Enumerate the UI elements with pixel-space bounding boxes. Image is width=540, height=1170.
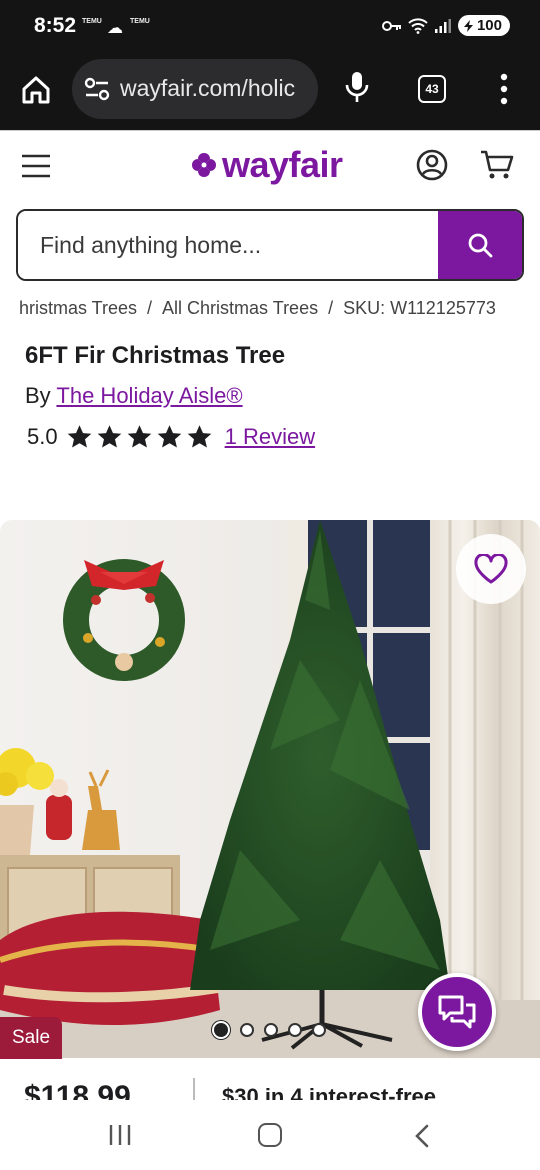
price-row: $118.99 $30 in 4 interest-free <box>0 1060 540 1100</box>
account-icon[interactable] <box>416 149 448 181</box>
rating-value: 5.0 <box>27 424 58 449</box>
status-time: 8:52 <box>34 14 77 37</box>
brand-prefix: By <box>25 383 51 408</box>
system-navigation-bar <box>0 1100 540 1170</box>
star-rating <box>66 424 213 450</box>
recent-apps-icon[interactable] <box>108 1124 132 1146</box>
breadcrumb-christmas-trees[interactable]: hristmas Trees <box>19 298 137 319</box>
status-icons: 100 <box>381 15 510 36</box>
search-button[interactable] <box>438 211 522 279</box>
review-link[interactable]: 1 Review <box>225 424 315 450</box>
signal-icon <box>434 18 451 33</box>
heart-icon <box>474 554 508 584</box>
address-bar[interactable]: wayfair.com/holic <box>72 59 318 119</box>
microphone-icon[interactable] <box>344 70 370 104</box>
battery-indicator: 100 <box>457 15 510 36</box>
breadcrumb-sku: SKU: W112125773 <box>343 298 496 318</box>
product-title: 6FT Fir Christmas Tree <box>25 342 286 369</box>
site-header: wayfair <box>0 130 540 200</box>
breadcrumb-separator: / <box>328 298 334 318</box>
chat-icon <box>438 995 476 1029</box>
star-icon <box>187 425 211 448</box>
cart-icon[interactable] <box>480 149 514 181</box>
carousel-dot[interactable] <box>240 1023 254 1037</box>
wifi-icon <box>408 17 428 34</box>
favorite-button[interactable] <box>456 534 526 604</box>
star-icon <box>157 425 181 448</box>
vpn-key-icon <box>381 20 401 31</box>
price-divider <box>193 1078 195 1100</box>
browser-toolbar: wayfair.com/holic 43 <box>0 56 540 130</box>
carousel-dot[interactable] <box>288 1023 302 1037</box>
hamburger-menu-icon[interactable] <box>20 154 52 178</box>
breadcrumb-all-christmas-trees[interactable]: All Christmas Trees <box>162 298 318 319</box>
more-options-icon[interactable] <box>494 72 514 106</box>
breadcrumb: hristmas Trees / All Christmas Trees / S… <box>0 298 540 319</box>
search-icon <box>468 233 493 258</box>
url-text[interactable]: wayfair.com/holic <box>120 75 310 102</box>
rating-row: 5.0 1 Review <box>27 424 315 450</box>
home-icon[interactable] <box>18 72 54 108</box>
status-bar: 8:52 TEMU ☁ TEMU 100 <box>0 0 540 56</box>
carousel-dots <box>212 1021 326 1039</box>
star-icon <box>127 425 151 448</box>
search-input[interactable] <box>18 211 438 279</box>
search-bar <box>16 209 524 281</box>
wayfair-logo[interactable]: wayfair <box>190 144 343 185</box>
chat-button[interactable] <box>418 973 496 1051</box>
brand-link[interactable]: The Holiday Aisle® <box>56 383 242 408</box>
back-icon[interactable] <box>412 1124 432 1148</box>
temu-notification-icon-2: TEMU <box>130 18 150 25</box>
star-icon <box>97 425 121 448</box>
temu-notification-icon: TEMU <box>82 18 102 25</box>
product-price: $118.99 <box>24 1080 131 1100</box>
tab-count: 43 <box>425 82 439 96</box>
battery-level: 100 <box>476 17 502 34</box>
charging-icon <box>463 19 473 32</box>
wayfair-pinwheel-icon <box>192 153 216 177</box>
cloud-icon: ☁ <box>107 20 123 37</box>
carousel-dot[interactable] <box>312 1023 326 1037</box>
carousel-dot[interactable] <box>212 1021 230 1039</box>
sale-badge: Sale <box>0 1017 62 1059</box>
carousel-dot[interactable] <box>264 1023 278 1037</box>
tab-switcher-button[interactable]: 43 <box>418 75 446 103</box>
brand-line: By The Holiday Aisle® <box>25 383 243 409</box>
site-settings-icon[interactable] <box>84 77 110 101</box>
installment-text[interactable]: $30 in 4 interest-free <box>222 1084 436 1100</box>
logo-text: wayfair <box>222 144 343 185</box>
breadcrumb-separator: / <box>147 298 153 318</box>
star-icon <box>67 425 91 448</box>
home-nav-icon[interactable] <box>258 1123 282 1147</box>
